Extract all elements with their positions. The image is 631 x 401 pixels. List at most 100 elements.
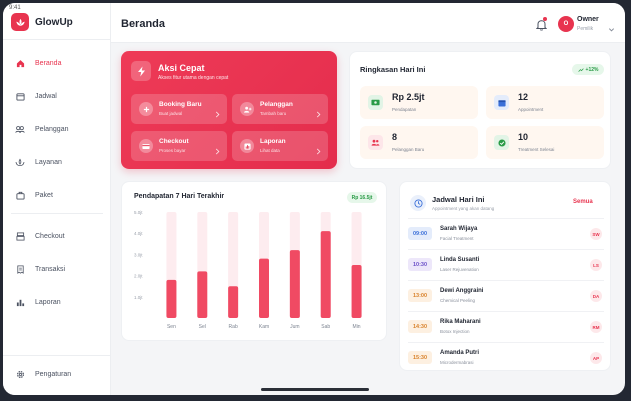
treatment-name: Laser Rejuvenation: [440, 267, 479, 272]
y-tick-label: 5.0jt: [134, 210, 143, 215]
stat-value: 12: [518, 92, 529, 102]
avatar[interactable]: O: [558, 16, 574, 32]
stat-label: Pelanggan Baru: [392, 147, 425, 152]
revenue-bar-jum[interactable]: [289, 250, 300, 318]
stat-label: Appointment: [518, 107, 544, 112]
summary-card: Ringkasan Hari Ini +12% Rp 2.5jt Pendapa…: [349, 51, 611, 169]
schedule-row[interactable]: 09:00 Sarah Wijaya Facial Treatment SW: [408, 224, 604, 250]
bar-chart-icon: [15, 297, 25, 307]
sidebar-item-jadwal[interactable]: Jadwal: [15, 89, 57, 103]
sidebar-item-transaksi[interactable]: Transaksi: [15, 262, 65, 276]
status-time: 9:41: [9, 5, 21, 11]
sidebar-item-label: Laporan: [35, 298, 61, 306]
client-name: Dewi Anggraini: [440, 288, 484, 294]
time-badge: 13:00: [408, 289, 432, 302]
summary-title: Ringkasan Hari Ini: [360, 65, 426, 74]
sidebar-item-layanan[interactable]: Layanan: [15, 155, 62, 169]
chevron-right-icon: [215, 142, 221, 155]
stat-label: Pendapatan: [392, 107, 417, 112]
user-role: Pemilik: [577, 26, 594, 32]
revenue-bar-rab[interactable]: [228, 286, 239, 318]
x-tick-label: Jum: [290, 324, 299, 330]
time-badge: 09:00: [408, 227, 432, 240]
sidebar-item-beranda[interactable]: Beranda: [15, 56, 61, 70]
schedule-card: Jadwal Hari Ini Appointment yang akan da…: [399, 181, 611, 371]
quick-action-label: Laporan: [260, 138, 286, 145]
chevron-right-icon: [215, 105, 221, 118]
app-screen: GlowUp Beranda Jadwal Pelanggan Layanan …: [3, 3, 625, 395]
schedule-row[interactable]: 14:30 Rika Maharani Botox Injection RM: [408, 317, 604, 343]
report-icon: [240, 139, 254, 153]
y-tick-label: 4.0jt: [134, 231, 143, 236]
y-tick-label: 1.0jt: [134, 295, 143, 300]
stat-value: 10: [518, 132, 529, 142]
y-tick-label: 3.0jt: [134, 252, 143, 257]
revenue-bar-sen[interactable]: [166, 279, 177, 318]
sidebar-item-pengaturan[interactable]: Pengaturan: [15, 367, 71, 381]
page-title: Beranda: [121, 18, 166, 30]
view-all-link[interactable]: Semua: [573, 199, 593, 205]
checkout-button[interactable]: Checkout Proses bayar: [131, 131, 227, 161]
notification-dot: [543, 17, 547, 21]
user-name[interactable]: Owner: [577, 16, 599, 23]
divider: [3, 39, 111, 40]
revenue-total-text: Rp 16.5jt: [351, 194, 373, 201]
tambah-pelanggan-button[interactable]: Pelanggan Tambah baru: [232, 94, 328, 124]
client-name: Sarah Wijaya: [440, 226, 478, 232]
divider: [408, 249, 604, 250]
chevron-right-icon: [316, 142, 322, 155]
brand[interactable]: GlowUp: [11, 13, 73, 31]
sidebar-item-checkout[interactable]: Checkout: [15, 229, 65, 243]
revenue-bar-sab[interactable]: [320, 231, 331, 318]
home-indicator: [261, 388, 369, 391]
revenue-bar-sel[interactable]: [197, 271, 208, 318]
chevron-right-icon: [316, 105, 322, 118]
treatment-name: Chemical Peeling: [440, 298, 476, 303]
plus-icon: [139, 102, 153, 116]
sidebar-item-label: Pengaturan: [35, 370, 72, 378]
client-name: Amanda Putri: [440, 350, 480, 356]
growth-badge: +12%: [572, 64, 604, 75]
sidebar-item-laporan[interactable]: Laporan: [15, 295, 61, 309]
register-icon: [15, 231, 25, 241]
client-initials: DA: [590, 290, 602, 302]
schedule-row[interactable]: 13:00 Dewi Anggraini Chemical Peeling DA: [408, 286, 604, 312]
quick-action-sub: Buat jadwal: [159, 111, 183, 116]
divider: [408, 311, 604, 312]
receipt-icon: [15, 264, 25, 274]
revenue-bar-kam[interactable]: [259, 258, 269, 318]
sidebar-item-label: Paket: [35, 191, 53, 199]
brand-name: GlowUp: [35, 16, 73, 28]
quick-actions-card: Aksi Cepat Akses fitur utama dengan cepa…: [121, 51, 337, 169]
sidebar-item-label: Transaksi: [35, 265, 66, 273]
gear-icon: [15, 369, 25, 379]
calendar-icon: [494, 95, 509, 110]
lightning-icon: [131, 61, 151, 81]
x-tick-label: Sen: [167, 324, 176, 330]
card-icon: [139, 139, 153, 153]
lotus-logo-icon: [11, 13, 29, 31]
chevron-down-icon[interactable]: [608, 20, 616, 32]
stat-pelanggan-baru: 8 Pelanggan Baru: [360, 126, 478, 159]
users-icon: [368, 135, 383, 150]
booking-baru-button[interactable]: Booking Baru Buat jadwal: [131, 94, 227, 124]
schedule-title: Jadwal Hari Ini: [432, 195, 485, 204]
sidebar-item-paket[interactable]: Paket: [15, 188, 53, 202]
device-frame: GlowUp Beranda Jadwal Pelanggan Layanan …: [0, 0, 631, 401]
growth-badge-text: +12%: [585, 66, 599, 73]
schedule-row[interactable]: 10:30 Linda Susanti Laser Rejuvenation L…: [408, 255, 604, 281]
sidebar-item-pelanggan[interactable]: Pelanggan: [15, 122, 68, 136]
x-tick-label: Min: [353, 324, 361, 330]
laporan-button[interactable]: Laporan Lihat data: [232, 131, 328, 161]
time-badge: 10:30: [408, 258, 432, 271]
home-icon: [15, 58, 25, 68]
stat-value: Rp 2.5jt: [392, 92, 425, 102]
schedule-row[interactable]: 15:30 Amanda Putri Microdermabrasi AP: [408, 348, 604, 374]
sidebar: GlowUp Beranda Jadwal Pelanggan Layanan …: [3, 3, 111, 395]
sidebar-item-label: Checkout: [35, 232, 65, 240]
revenue-bar-min[interactable]: [351, 265, 362, 318]
divider: [3, 355, 111, 356]
y-tick-label: 2.0jt: [134, 274, 143, 279]
divider: [11, 213, 103, 214]
client-initials: RM: [590, 321, 602, 333]
